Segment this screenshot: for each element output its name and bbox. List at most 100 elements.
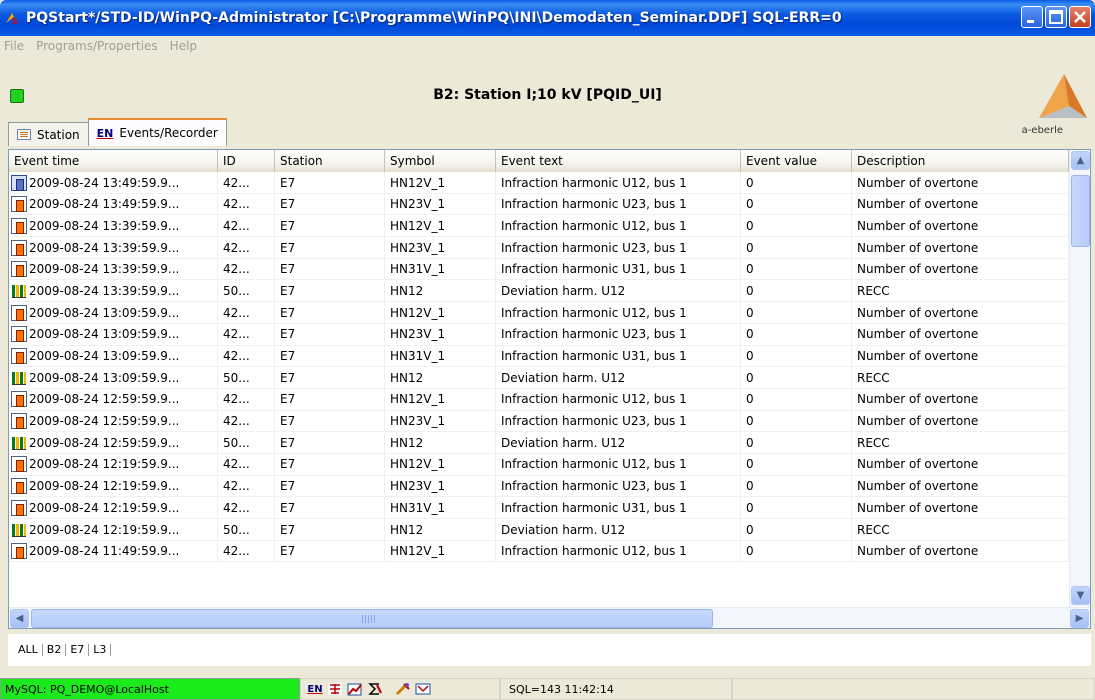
event-bar-icon [11,261,27,278]
scroll-up-button[interactable]: ▲ [1071,151,1090,170]
cell-text: HN12V_1 [390,457,446,472]
cell-text: HN12 [390,435,424,450]
cell-text: E7 [280,283,296,298]
cell-desc: Number of overtone [852,172,1069,193]
table-row[interactable]: 2009-08-24 13:39:59.9... 50... E7 HN12 Devia… [9,280,1069,303]
scroll-down-button[interactable]: ▼ [1071,586,1090,605]
filter-b2[interactable]: B2 [43,644,67,656]
event-bar-icon [11,217,27,234]
table-row[interactable]: 2009-08-24 13:09:59.9... 42... E7 HN31V_1 In… [9,345,1069,368]
column-header-event-time[interactable]: Event time [9,150,218,172]
tab-events-recorder[interactable]: EN Events/Recorder [87,118,227,146]
cell-time: 2009-08-24 13:39:59.9... [9,258,218,280]
scroll-right-button[interactable]: ▶ [1070,609,1089,628]
maximize-button[interactable] [1045,6,1067,28]
chinese-language-icon[interactable] [327,682,343,696]
cell-symbol: HN31V_1 [385,258,496,280]
tools-icon[interactable] [395,682,411,696]
table-row[interactable]: 2009-08-24 12:59:59.9... 50... E7 HN12 Devia… [9,432,1069,454]
cell-text: E7 [280,370,296,385]
horizontal-scroll-thumb[interactable] [31,609,713,628]
a-eberle-logo [1039,74,1087,118]
cell-text: Infraction harmonic U12, bus 1 [501,392,687,407]
table-row[interactable]: 2009-08-24 12:59:59.9... 42... E7 HN23V_1 In… [9,410,1069,433]
table-row[interactable]: 2009-08-24 12:59:59.9... 42... E7 HN12V_1 In… [9,388,1069,411]
table-row[interactable]: 2009-08-24 13:09:59.9... 50... E7 HN12 Devia… [9,367,1069,389]
table-row[interactable]: 2009-08-24 12:19:59.9... 42... E7 HN31V_1 In… [9,497,1069,519]
table-row[interactable]: 2009-08-24 13:49:59.9... 42... E7 HN23V_1 In… [9,193,1069,216]
table-row[interactable]: 2009-08-24 12:19:59.9... 50... E7 HN12 Devia… [9,519,1069,541]
table-row[interactable]: 2009-08-24 13:39:59.9... 42... E7 HN31V_1 In… [9,258,1069,281]
cell-id: 50... [218,367,275,389]
cell-text: 0 [746,218,754,233]
table-row[interactable]: 2009-08-24 13:39:59.9... 42... E7 HN12V_1 In… [9,215,1069,238]
cell-text: 2009-08-24 13:49:59.9... [29,197,180,212]
column-header-symbol[interactable]: Symbol [385,150,496,172]
tab-station[interactable]: Station [8,122,89,146]
filter-e7[interactable]: E7 [66,644,90,656]
column-header-id[interactable]: ID [218,150,275,172]
scroll-left-button[interactable]: ◀ [10,609,29,628]
cell-text: E7 [280,435,296,450]
cell-value: 0 [741,388,852,410]
cell-symbol: HN23V_1 [385,410,496,432]
status-empty-panel [732,678,1095,700]
cell-text: Infraction harmonic U23, bus 1 [496,237,741,259]
minimize-button[interactable] [1021,6,1043,28]
column-header-event-text[interactable]: Event text [496,150,741,172]
cell-text: 0 [746,262,754,277]
cell-text: E7 [280,544,296,559]
cell-text: 42... [223,500,250,515]
cell-text: 42... [223,262,250,277]
column-header-event-value[interactable]: Event value [741,150,852,172]
cell-text: Number of overtone [857,392,979,407]
table-row[interactable]: 2009-08-24 12:19:59.9... 42... E7 HN23V_1 In… [9,475,1069,498]
vertical-scroll-thumb[interactable] [1071,175,1090,247]
cell-time: 2009-08-24 13:49:59.9... [9,193,218,215]
cell-value: 0 [741,345,852,367]
cell-desc: Number of overtone [852,215,1069,237]
cell-text: 42... [223,218,250,233]
cell-text: Number of overtone [857,479,979,494]
column-header-description[interactable]: Description [852,150,1069,172]
menu-help[interactable]: Help [170,39,197,53]
cell-station: E7 [275,519,385,540]
event-bar-icon [11,348,27,364]
vertical-scrollbar[interactable]: ▲ ▼ [1069,150,1090,608]
chart-edit-icon[interactable] [347,682,363,696]
event-bar-icon [11,478,27,495]
horizontal-scrollbar[interactable]: ◀ ▶ [9,607,1090,628]
cell-text: Infraction harmonic U23, bus 1 [501,240,687,255]
filter-all[interactable]: ALL [14,644,43,656]
table-row[interactable]: 2009-08-24 13:49:59.9... 42... E7 HN12V_1 In… [9,172,1069,194]
cell-station: E7 [275,323,385,345]
table-row[interactable]: 2009-08-24 13:09:59.9... 42... E7 HN12V_1 In… [9,302,1069,324]
close-button[interactable] [1069,6,1091,28]
language-en-icon[interactable]: EN [307,682,323,696]
sql-status: SQL=143 11:42:14 [500,678,732,700]
cell-text: RECC [857,435,890,450]
cell-desc: Number of overtone [852,345,1069,367]
sigma-icon[interactable] [367,682,383,696]
cell-station: E7 [275,280,385,302]
menu-file[interactable]: File [4,39,24,53]
cell-value: 0 [741,410,852,432]
filter-l3[interactable]: L3 [89,644,112,656]
page-title: B2: Station I;10 kV [PQID_UI] [433,87,662,103]
cell-text: Infraction harmonic U23, bus 1 [501,479,687,494]
cell-text: E7 [280,175,296,190]
column-header-station[interactable]: Station [275,150,385,172]
cell-text: 0 [746,500,754,515]
cell-text: 2009-08-24 13:39:59.9... [29,218,180,233]
cell-symbol: HN12V_1 [385,540,496,562]
table-row[interactable]: 2009-08-24 11:49:59.9... 42... E7 HN12V_1 In… [9,540,1069,563]
table-row[interactable]: 2009-08-24 13:39:59.9... 42... E7 HN23V_1 In… [9,237,1069,259]
menu-programs-properties[interactable]: Programs/Properties [36,39,158,53]
table-row[interactable]: 2009-08-24 13:09:59.9... 42... E7 HN23V_1 In… [9,323,1069,346]
table-row[interactable]: 2009-08-24 12:19:59.9... 42... E7 HN12V_1 In… [9,453,1069,476]
cell-text: 0 [746,240,754,255]
cell-text: 2009-08-24 13:09:59.9... [29,327,180,342]
message-icon[interactable] [415,682,431,696]
cell-text: 0 [746,305,754,320]
cell-text: HN31V_1 [390,349,446,363]
